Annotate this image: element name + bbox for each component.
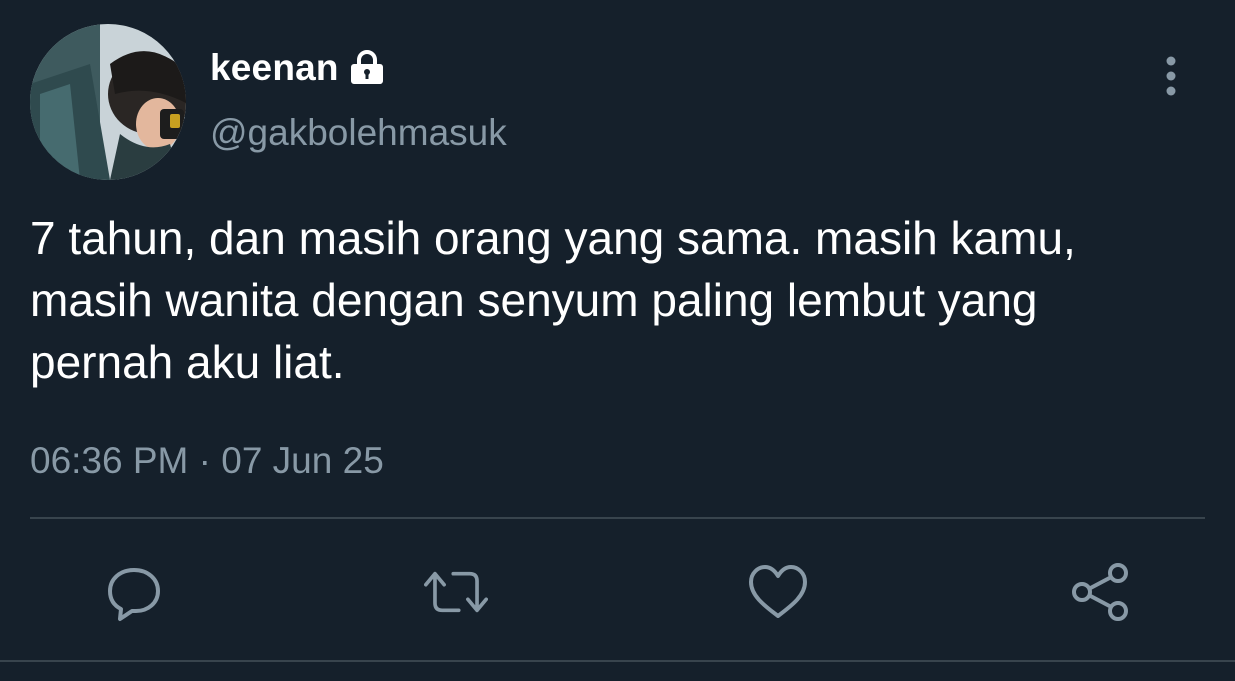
reply-icon [108,568,160,621]
tweet-text: 7 tahun, dan masih orang yang sama. masi… [30,212,1076,388]
divider [30,517,1205,519]
retweet-icon [424,571,488,613]
retweet-button[interactable] [424,560,488,624]
avatar[interactable] [30,24,186,180]
display-name[interactable]: keenan [210,47,339,89]
user-handle[interactable]: @gakbolehmasuk [210,108,507,158]
tweet-card: keenan @gakbolehmasuk 7 tahun, dan masih… [0,0,1235,681]
bottom-divider [0,660,1235,662]
avatar-image [30,24,186,180]
tweet-timestamp[interactable]: 06:36 PM · 07 Jun 25 [30,436,384,486]
heart-icon [749,565,807,618]
lock-icon [347,48,387,88]
share-icon [1072,563,1128,621]
share-button[interactable] [1068,560,1132,624]
reply-button[interactable] [102,560,166,624]
more-vertical-icon[interactable] [1155,52,1187,100]
user-name-row: keenan [210,40,387,96]
like-button[interactable] [746,560,810,624]
